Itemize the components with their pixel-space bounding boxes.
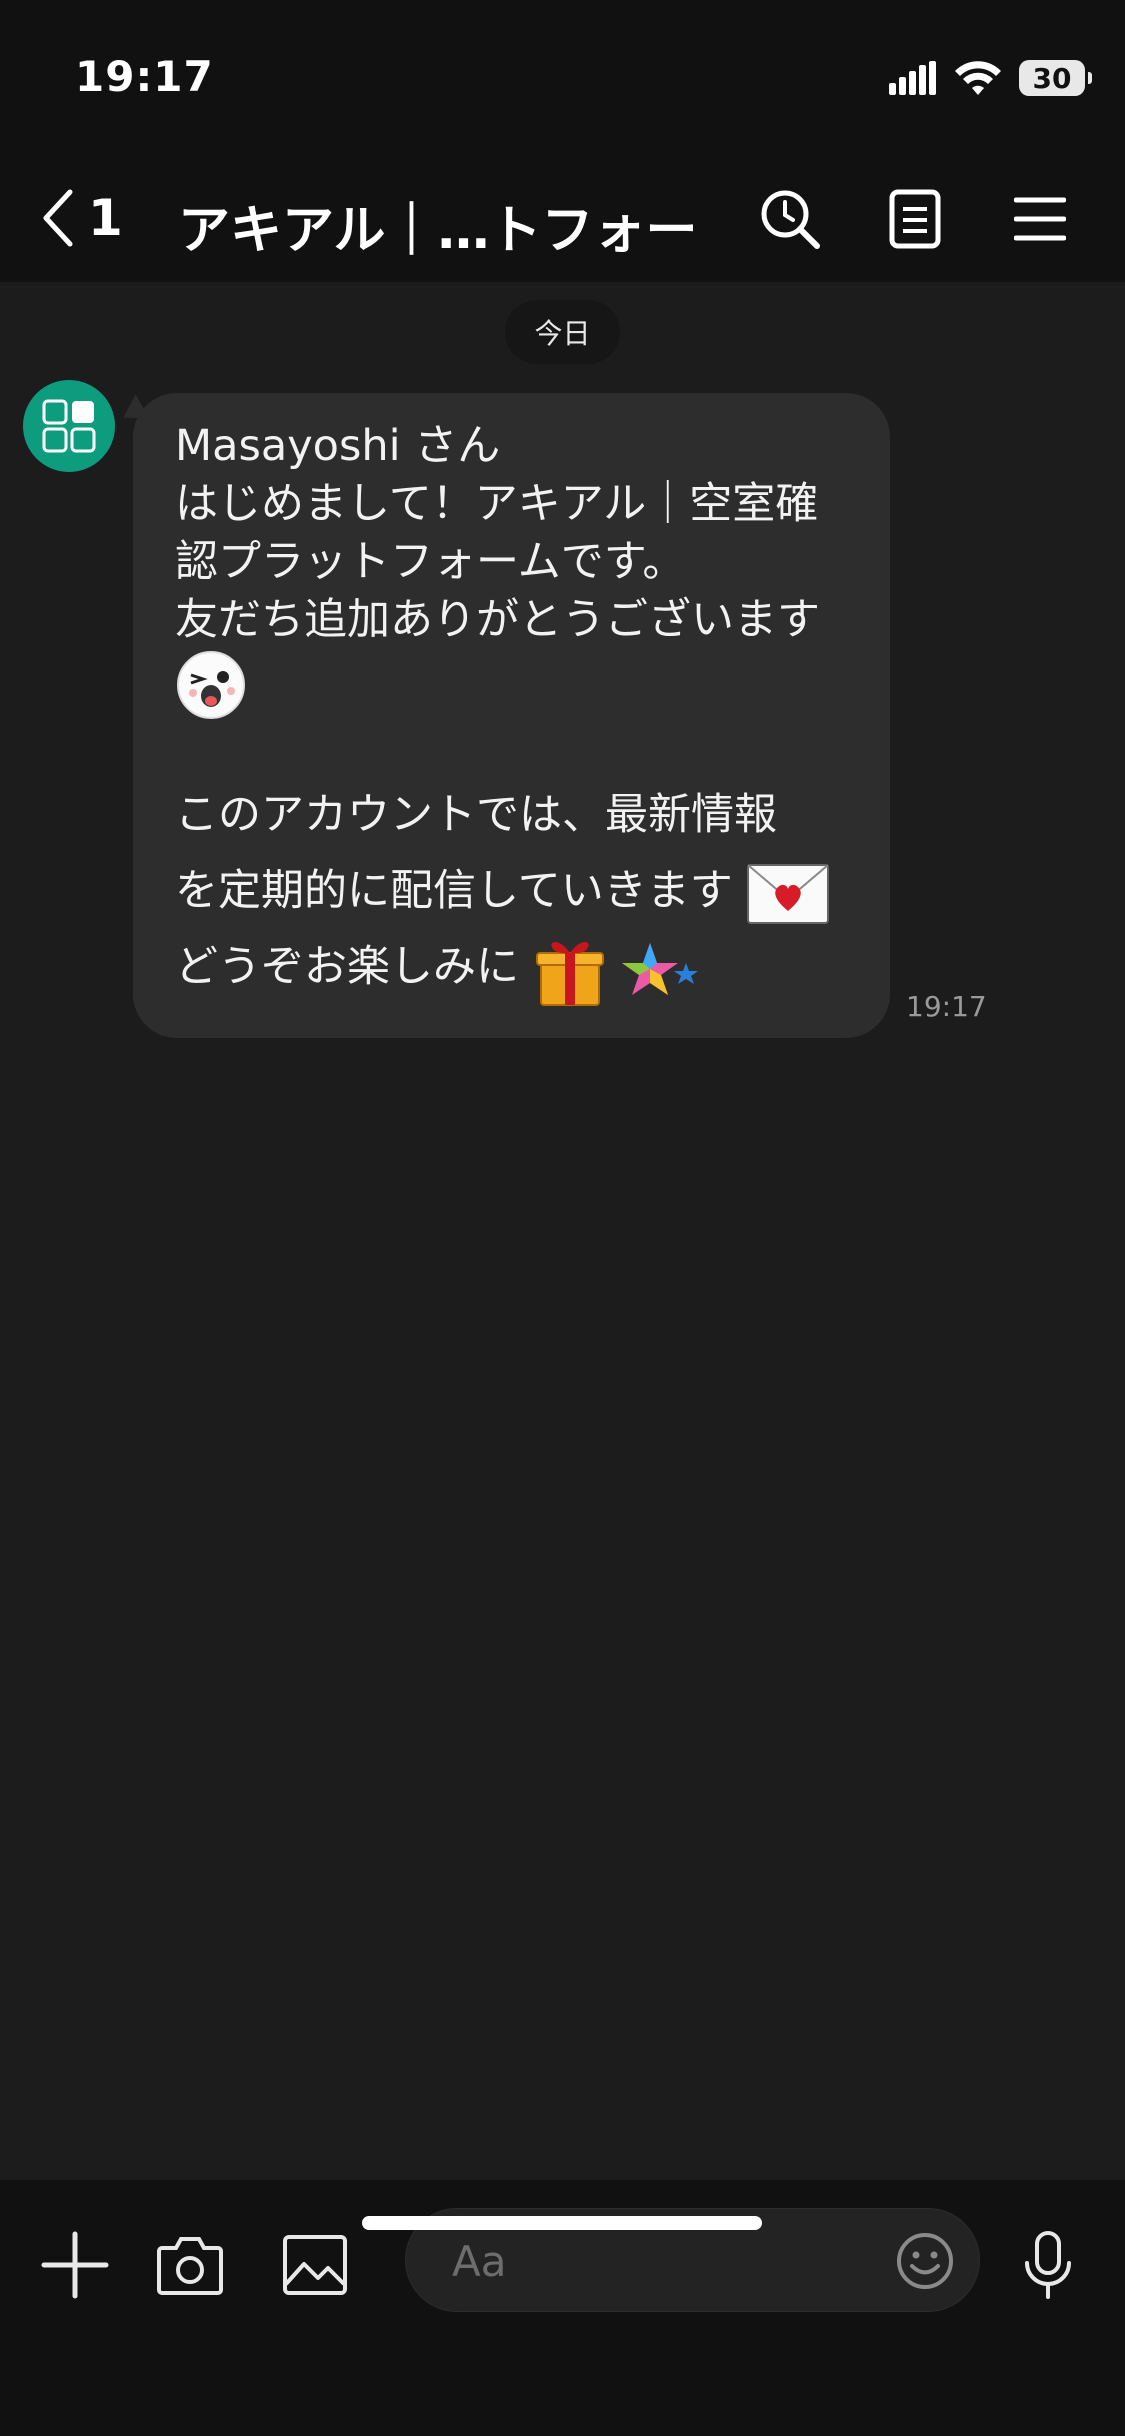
date-divider: 今日 (505, 300, 620, 364)
home-indicator[interactable] (362, 2216, 762, 2230)
menu-button[interactable] (1005, 184, 1075, 254)
chat-title: アキアル｜…トフォーム (178, 201, 698, 261)
line-spacer (175, 725, 846, 777)
notes-icon (889, 189, 941, 249)
chevron-left-icon (43, 189, 73, 247)
message-line: どうぞお楽しみに (175, 929, 846, 1007)
emoji-row (175, 649, 846, 725)
voice-button[interactable] (1008, 2225, 1088, 2305)
gift-icon (535, 941, 604, 1006)
avatar[interactable] (23, 380, 115, 472)
chat-header: 1 アキアル｜…トフォーム (0, 160, 1125, 282)
wifi-icon (955, 61, 1001, 95)
status-time: 19:17 (75, 52, 214, 101)
input-placeholder: Aa (452, 2237, 507, 2286)
message-bubble[interactable]: Masayoshi さん はじめまして！アキアル｜空室確 認プラットフォームです… (133, 393, 890, 1038)
message-line: 友だち追加ありがとうございます (175, 595, 820, 645)
microphone-icon (1025, 2231, 1071, 2299)
sparkle-star-icon (622, 942, 699, 995)
plus-icon (41, 2231, 109, 2299)
message-line: 認プラットフォームです。 (175, 537, 686, 587)
status-bar: 19:17 30 (0, 0, 1125, 160)
message-time: 19:17 (906, 990, 987, 1023)
message-line: を定期的に配信していきます (175, 853, 846, 929)
back-button[interactable]: 1 (40, 188, 123, 248)
add-button[interactable] (35, 2225, 115, 2305)
photo-button[interactable] (275, 2225, 355, 2305)
search-icon (761, 190, 820, 249)
emoji-button-icon[interactable] (895, 2231, 955, 2291)
search-button[interactable] (755, 184, 825, 254)
status-icons: 30 (889, 60, 1092, 96)
notes-button[interactable] (880, 184, 950, 254)
unread-count: 1 (88, 189, 123, 247)
message-line: このアカウントでは、最新情報 (175, 790, 777, 840)
menu-icon (1014, 197, 1066, 241)
app-grid-icon (42, 399, 96, 453)
envelope-heart-icon (747, 863, 830, 924)
message-line: Masayoshi さん (175, 421, 501, 471)
camera-icon (157, 2237, 223, 2295)
message-text: どうぞお楽しみに (175, 942, 519, 992)
image-icon (283, 2235, 347, 2295)
message-line: はじめまして！アキアル｜空室確 (175, 479, 819, 529)
message-text: を定期的に配信していきます (175, 866, 733, 916)
signal-icon (889, 61, 936, 95)
wink-face-icon (177, 651, 245, 719)
camera-button[interactable] (150, 2225, 230, 2305)
battery-icon: 30 (1019, 60, 1092, 96)
